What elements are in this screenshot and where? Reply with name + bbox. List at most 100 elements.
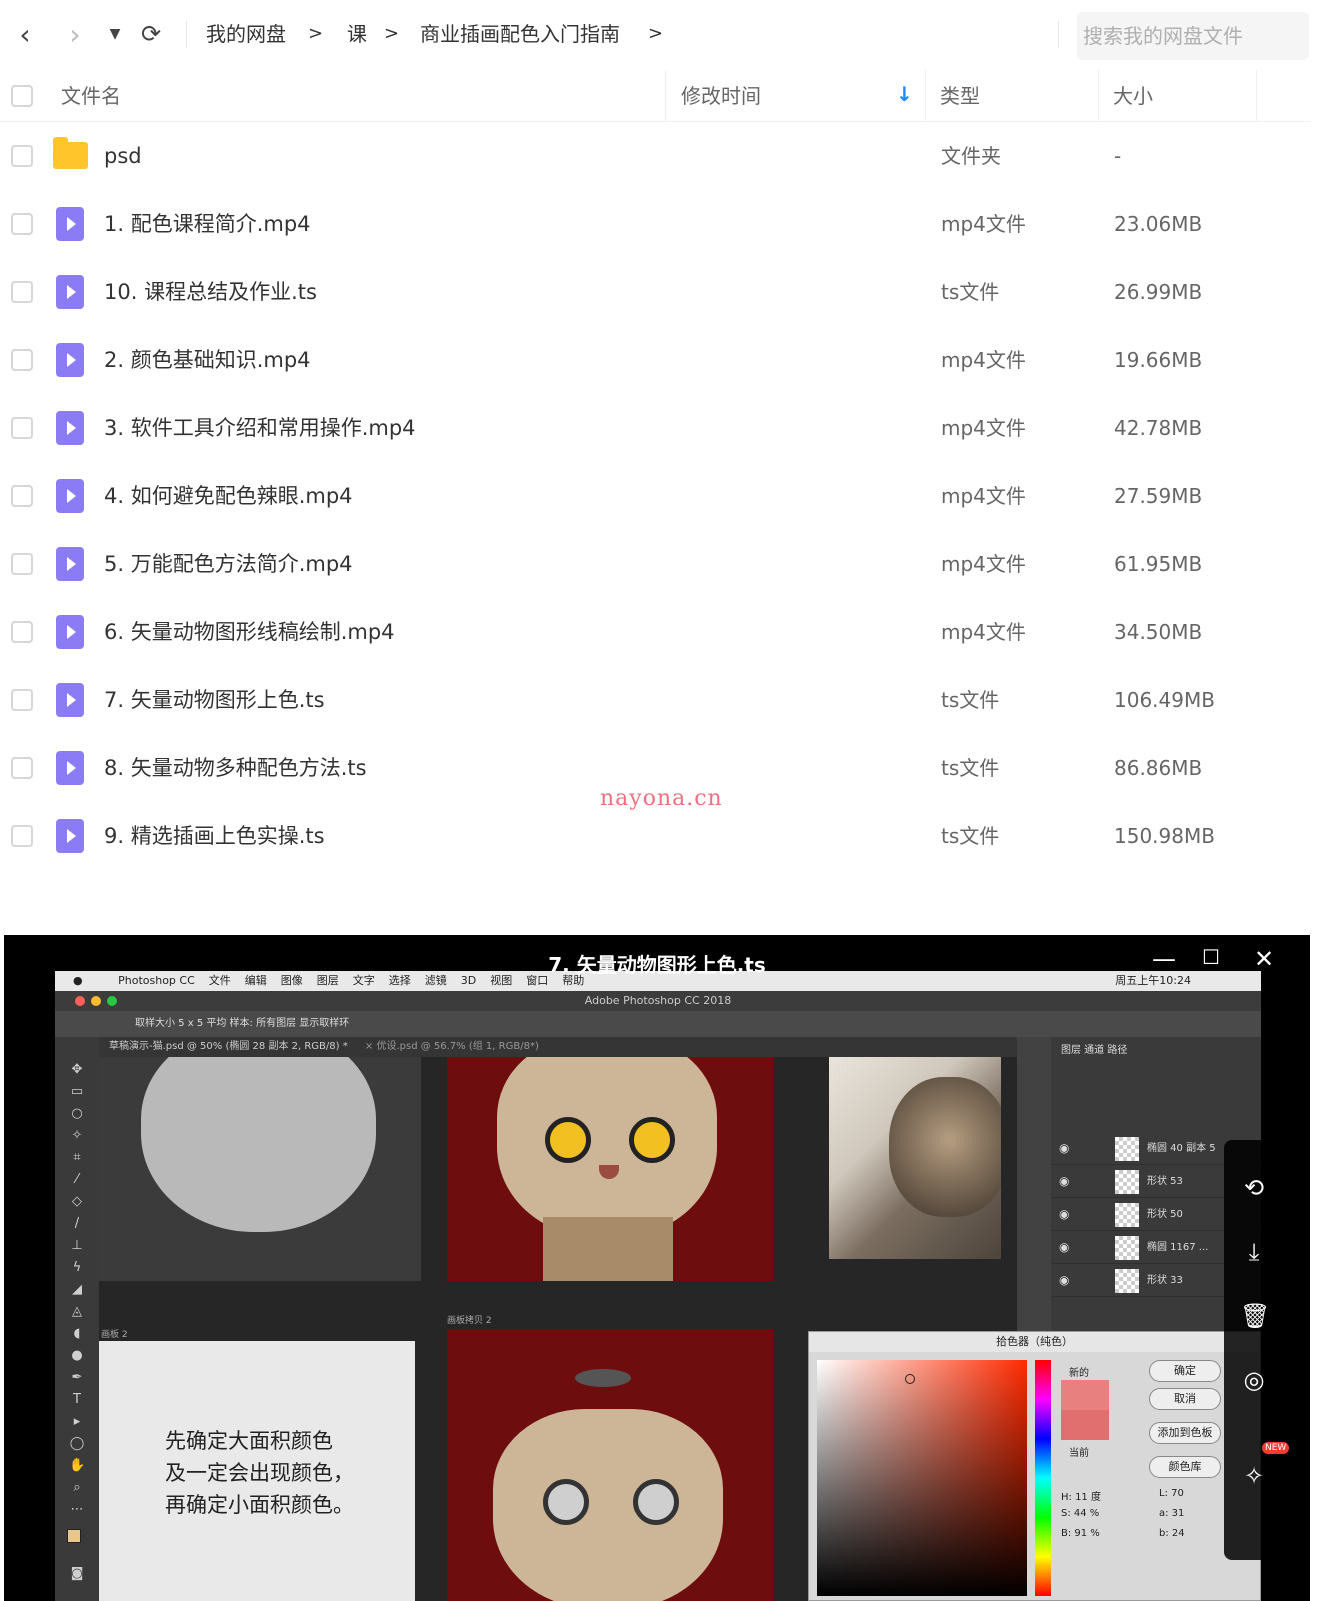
lab-b: b: 24	[1159, 1528, 1185, 1539]
column-type[interactable]: 类型	[940, 70, 980, 122]
file-name[interactable]: 10. 课程总结及作业.ts	[104, 258, 317, 326]
crop-tool-icon: ⌗	[73, 1150, 81, 1165]
breadcrumb-current[interactable]: 商业插画配色入门指南	[420, 20, 620, 48]
row-checkbox[interactable]	[11, 689, 33, 711]
layer-name: 形状 50	[1147, 1209, 1183, 1220]
row-checkbox[interactable]	[11, 281, 33, 303]
video-frame: ● Photoshop CC 文件 编辑 图像 图层 文字 选择 滤镜 3D 视图 窗口 帮助 周五上…	[55, 971, 1261, 1601]
file-size: 61.95MB	[1114, 552, 1203, 576]
table-row[interactable]: 7. 矢量动物图形上色.ts ts文件 106.49MB	[0, 666, 1310, 734]
picker-title: 拾色器（纯色）	[809, 1332, 1260, 1352]
picker-cancel-button: 取消	[1149, 1388, 1221, 1410]
column-divider	[665, 70, 666, 122]
artboard-label: 画板拷贝 2	[447, 1316, 492, 1326]
forward-button[interactable]: ›	[60, 18, 90, 51]
file-name[interactable]: 7. 矢量动物图形上色.ts	[104, 666, 325, 734]
minimize-button[interactable]: —	[1152, 945, 1176, 973]
file-size: 34.50MB	[1114, 620, 1203, 644]
target-icon[interactable]: ◎	[1240, 1366, 1268, 1394]
cat-silhouette	[141, 1057, 376, 1232]
table-row[interactable]: 4. 如何避免配色辣眼.mp4 mp4文件 27.59MB	[0, 462, 1310, 530]
video-file-icon	[56, 615, 84, 649]
table-row[interactable]: 9. 精选插画上色实操.ts ts文件 150.98MB	[0, 802, 1310, 870]
ps-options-bar: 取样大小 5 x 5 平均 样本: 所有图层 显示取样环	[55, 1011, 1261, 1037]
row-checkbox[interactable]	[11, 485, 33, 507]
file-size: 42.78MB	[1114, 416, 1203, 440]
column-modified[interactable]: 修改时间	[681, 70, 761, 122]
layer-name: 椭圆 1167 ...	[1147, 1242, 1209, 1253]
column-divider	[925, 70, 926, 122]
file-name[interactable]: 1. 配色课程简介.mp4	[104, 190, 311, 258]
file-name[interactable]: 4. 如何避免配色辣眼.mp4	[104, 462, 353, 530]
file-size: 150.98MB	[1114, 824, 1215, 848]
column-divider	[1098, 70, 1099, 122]
maximize-button[interactable]: ☐	[1202, 945, 1220, 969]
layer-thumbnail	[1115, 1170, 1139, 1194]
cat-eye-left	[545, 1117, 591, 1163]
eraser-tool-icon: ◢	[72, 1282, 82, 1297]
download-icon[interactable]: ⤓	[1240, 1238, 1268, 1266]
breadcrumb-folder[interactable]: 课	[347, 20, 367, 48]
table-row[interactable]: 6. 矢量动物图形线稿绘制.mp4 mp4文件 34.50MB	[0, 598, 1310, 666]
pin-icon[interactable]: ✧	[1240, 1462, 1268, 1490]
video-title: 7. 矢量动物图形上色.ts	[548, 953, 766, 977]
sort-desc-icon[interactable]: ↓	[896, 82, 913, 106]
eye-icon: ◉	[1059, 1207, 1070, 1221]
file-name[interactable]: 6. 矢量动物图形线稿绘制.mp4	[104, 598, 395, 666]
refresh-icon: ⟳	[140, 20, 162, 48]
hand-tool-icon: ✋	[69, 1458, 86, 1473]
hue-slider	[1035, 1360, 1051, 1596]
layer-thumbnail	[1115, 1269, 1139, 1293]
file-name[interactable]: 3. 软件工具介绍和常用操作.mp4	[104, 394, 416, 462]
zoom-tool-icon: ⌕	[73, 1480, 81, 1495]
close-button[interactable]: ✕	[1254, 945, 1274, 973]
row-checkbox[interactable]	[11, 213, 33, 235]
file-type: mp4文件	[941, 484, 1026, 508]
saturation-field	[817, 1360, 1027, 1596]
row-checkbox[interactable]	[11, 825, 33, 847]
folder-icon	[53, 137, 88, 169]
file-name[interactable]: 9. 精选插画上色实操.ts	[104, 802, 325, 870]
search-input[interactable]: 搜索我的网盘文件	[1077, 12, 1309, 60]
table-row[interactable]: 10. 课程总结及作业.ts ts文件 26.99MB	[0, 258, 1310, 326]
row-checkbox[interactable]	[11, 757, 33, 779]
column-divider	[1256, 70, 1257, 122]
refresh-button[interactable]: ⟳	[136, 18, 166, 50]
back-button[interactable]: ‹	[10, 18, 40, 51]
row-checkbox[interactable]	[11, 349, 33, 371]
table-row[interactable]: psd 文件夹 -	[0, 122, 1310, 190]
history-dropdown[interactable]: ▼	[100, 18, 130, 50]
table-row[interactable]: 1. 配色课程简介.mp4 mp4文件 23.06MB	[0, 190, 1310, 258]
eye-icon: ◉	[1059, 1141, 1070, 1155]
heal-tool-icon: ◇	[72, 1194, 82, 1209]
table-row[interactable]: 2. 颜色基础知识.mp4 mp4文件 19.66MB	[0, 326, 1310, 394]
column-size[interactable]: 大小	[1113, 70, 1153, 122]
select-all-checkbox[interactable]	[11, 85, 33, 107]
video-player[interactable]: 7. 矢量动物图形上色.ts — ☐ ✕ ● Photoshop CC 文件 编辑图…	[4, 935, 1310, 1601]
ps-doc-tabs: 草稿演示-猫.psd @ 50% (椭圆 28 副本 2, RGB/8) * ×…	[99, 1037, 1079, 1057]
file-name[interactable]: 8. 矢量动物多种配色方法.ts	[104, 734, 367, 802]
layer-thumbnail	[1115, 1236, 1139, 1260]
picker-new-label: 新的	[1069, 1368, 1089, 1379]
file-size: 27.59MB	[1114, 484, 1203, 508]
zoom-dot-icon	[107, 996, 117, 1006]
dodge-tool-icon: ●	[71, 1348, 83, 1363]
file-type: 文件夹	[941, 144, 1001, 168]
column-name[interactable]: 文件名	[61, 70, 121, 122]
color-picker-dialog: 拾色器（纯色） 新的 当前 确定 取消 添加到色板 颜色库 H: 11 度 S:…	[808, 1331, 1261, 1601]
row-checkbox[interactable]	[11, 145, 33, 167]
row-checkbox[interactable]	[11, 621, 33, 643]
row-checkbox[interactable]	[11, 553, 33, 575]
delete-icon[interactable]: 🗑	[1240, 1302, 1270, 1330]
file-list-header: 文件名 修改时间 ↓ 类型 大小	[0, 70, 1310, 122]
file-name[interactable]: psd	[104, 122, 142, 190]
row-checkbox[interactable]	[11, 417, 33, 439]
add-swatch-button: 添加到色板	[1149, 1422, 1221, 1444]
table-row[interactable]: 3. 软件工具介绍和常用操作.mp4 mp4文件 42.78MB	[0, 394, 1310, 462]
file-name[interactable]: 5. 万能配色方法简介.mp4	[104, 530, 353, 598]
type-tool-icon: T	[73, 1392, 81, 1407]
file-name[interactable]: 2. 颜色基础知识.mp4	[104, 326, 311, 394]
breadcrumb-root[interactable]: 我的网盘	[206, 20, 286, 48]
share-icon[interactable]: ⟲	[1240, 1174, 1268, 1202]
table-row[interactable]: 5. 万能配色方法简介.mp4 mp4文件 61.95MB	[0, 530, 1310, 598]
